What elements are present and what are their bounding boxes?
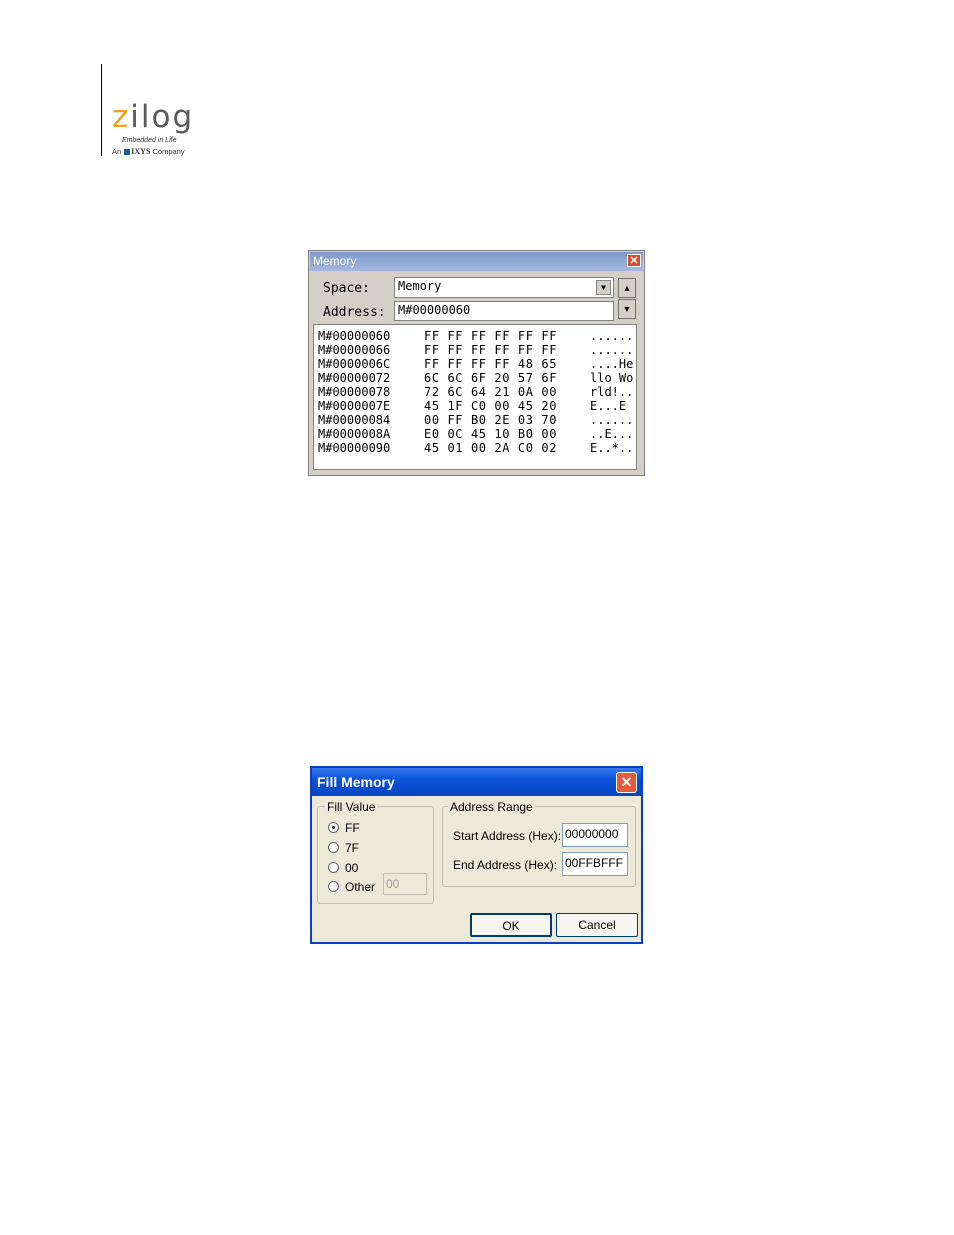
row-bytes: 45 1F C0 00 45 20 [424,399,558,413]
fill-title: Fill Memory [317,774,395,790]
scroll-up-icon[interactable]: ▲ [618,278,636,298]
row-address: M#00000060 [318,329,391,343]
row-ascii: E...E [590,399,634,413]
end-address-label: End Address (Hex): [453,858,558,872]
fill-value-group-label: Fill Value [325,800,378,814]
start-address-input[interactable]: 00000000 [562,823,628,847]
other-value-input[interactable]: 00 [383,873,427,895]
row-address: M#0000007E [318,399,391,413]
row-ascii: ....He [590,357,634,371]
logo-tagline: Embedded in Life [122,137,177,144]
radio-other-label: Other [345,880,376,894]
row-ascii: ...... [590,329,634,343]
end-address-input[interactable]: 00FFBFFF [562,852,628,876]
row-address: M#00000066 [318,343,391,357]
zilog-logo: zilog Embedded in Life An IXYS Company [112,100,222,156]
row-bytes: 00 FF B0 2E 03 70 [424,413,558,427]
radio-ff-button[interactable] [328,822,339,833]
radio-ff-label: FF [345,821,360,835]
row-ascii: E..*.. [590,441,634,455]
close-icon[interactable]: ✕ [616,772,637,793]
row-ascii: ..E... [590,427,634,441]
row-bytes: 72 6C 64 21 0A 00 [424,385,558,399]
page-margin-rule [101,64,102,156]
logo-wordmark: zilog [112,100,222,134]
row-address: M#00000072 [318,371,391,385]
address-input[interactable]: M#00000060 [394,301,614,321]
radio-other-button[interactable] [328,881,339,892]
address-range-group-label: Address Range [448,800,535,814]
chevron-down-icon[interactable]: ▼ [596,280,611,295]
logo-company-suffix: Company [152,147,185,156]
logo-company-prefix: An [112,147,122,156]
start-address-label: Start Address (Hex): [453,829,562,843]
row-address: M#00000090 [318,441,391,455]
scroll-down-icon[interactable]: ▼ [618,299,636,319]
radio-00-label: 00 [345,861,359,875]
logo-word-rest: ilog [130,99,195,135]
row-address: M#0000008A [318,427,391,441]
logo-z: z [112,99,131,135]
row-ascii: llo Wo [590,371,634,385]
row-address: M#0000006C [318,357,391,371]
radio-00-button[interactable] [328,862,339,873]
close-icon[interactable]: ✕ [627,254,641,267]
radio-7f-label: 7F [345,841,360,855]
fill-title-bar[interactable]: Fill Memory [312,768,641,796]
ixys-square-icon [124,149,131,156]
memory-title-bar[interactable]: Memory [310,252,643,271]
logo-company: An IXYS Company [112,147,185,156]
row-bytes: FF FF FF FF FF FF [424,329,558,343]
row-bytes: 6C 6C 6F 20 57 6F [424,371,558,385]
row-bytes: FF FF FF FF 48 65 [424,357,558,371]
memory-title: Memory [313,254,357,268]
row-bytes: E0 0C 45 10 B0 00 [424,427,558,441]
ok-button[interactable]: OK [470,913,552,937]
space-select[interactable]: Memory ▼ [394,277,614,298]
row-ascii: rld!.. [590,385,634,399]
row-address: M#00000084 [318,413,391,427]
space-label: Space: [323,281,370,296]
radio-7f-button[interactable] [328,842,339,853]
cancel-button[interactable]: Cancel [556,913,638,937]
row-bytes: FF FF FF FF FF FF [424,343,558,357]
address-label: Address: [323,305,386,320]
row-ascii: ...... [590,343,634,357]
logo-company-name: IXYS [131,147,151,156]
memory-dump-view[interactable]: M#00000060 FF FF FF FF FF FF...... M#0000… [313,324,637,470]
space-select-value: Memory [398,279,442,293]
row-bytes: 45 01 00 2A C0 02 [424,441,558,455]
row-address: M#00000078 [318,385,391,399]
row-ascii: ...... [590,413,634,427]
